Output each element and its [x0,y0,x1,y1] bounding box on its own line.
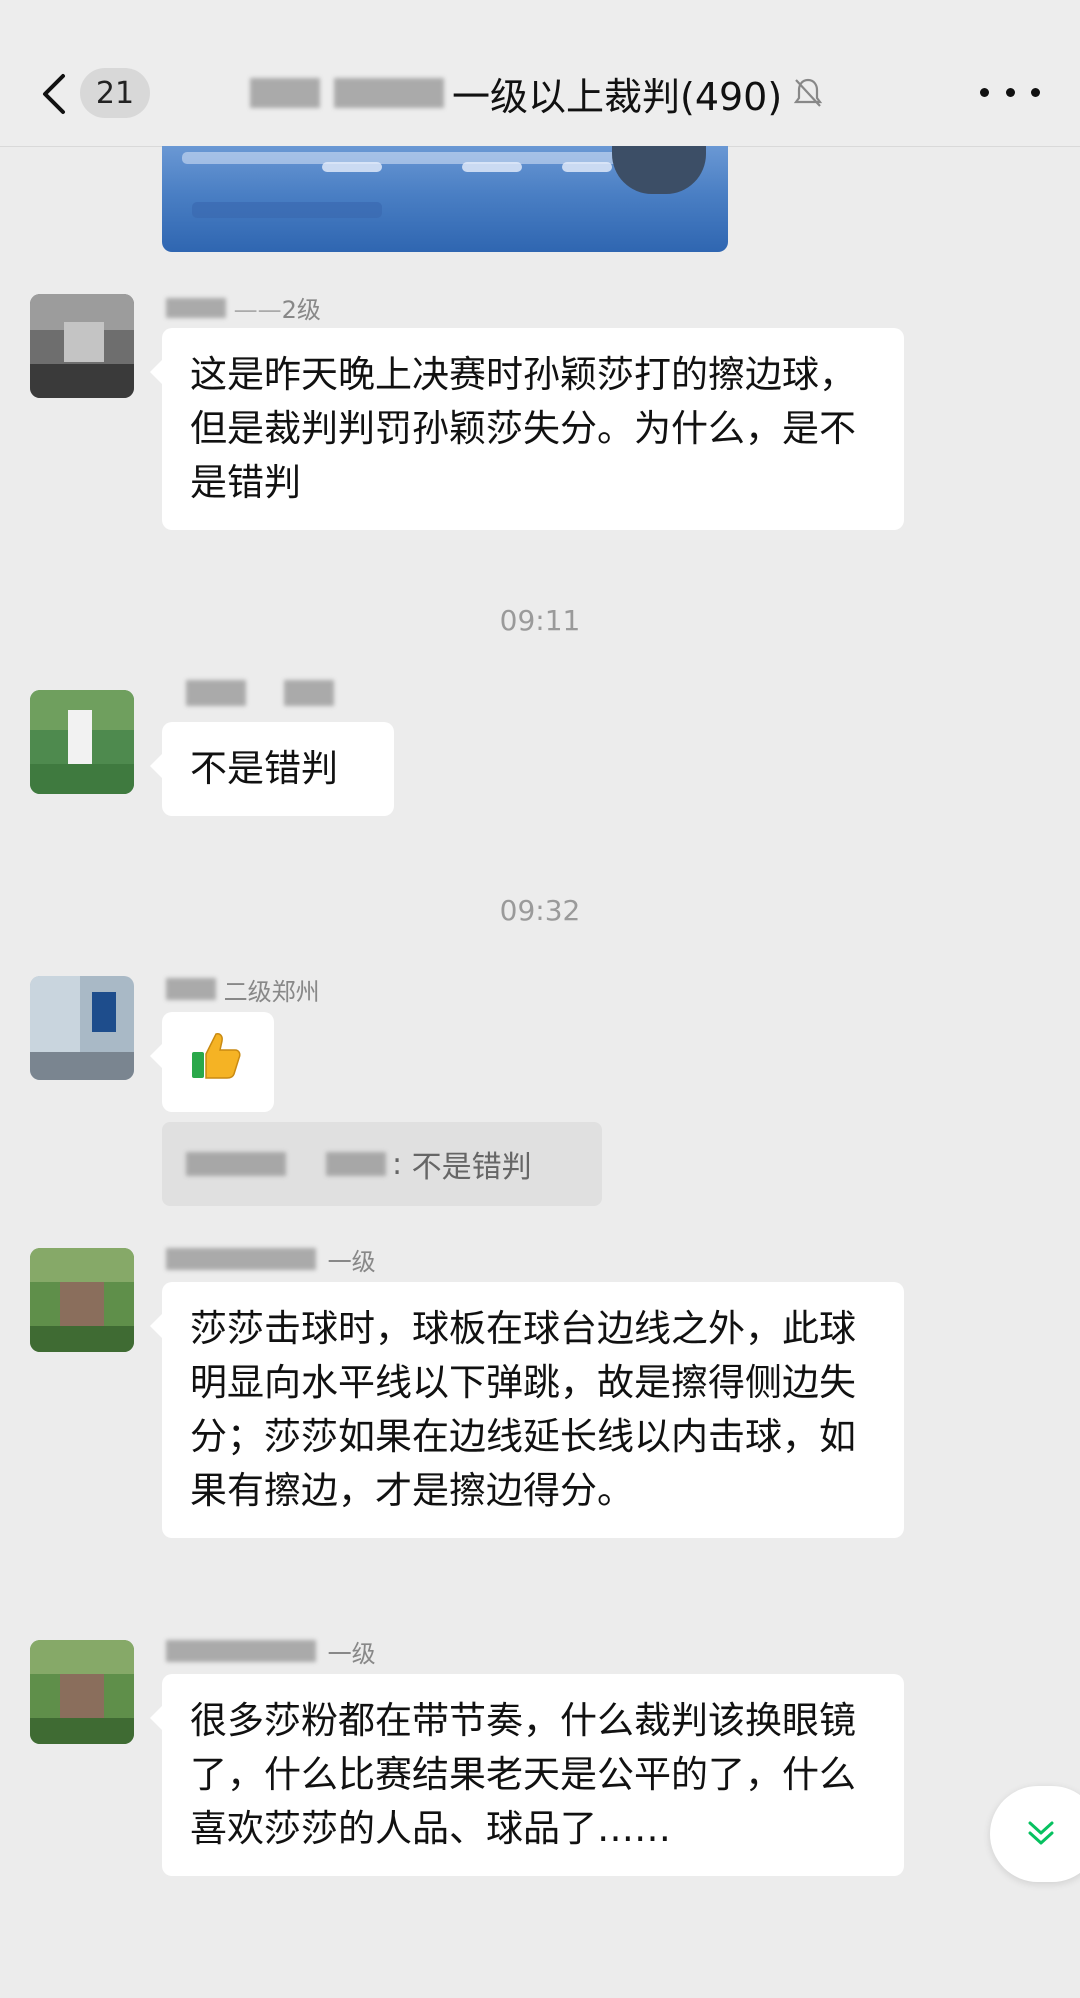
sender-name [186,680,334,712]
message-text: 莎莎击球时，球板在球台边线之外，此球明显向水平线以下弹跳，故是擦得侧边失分；莎莎… [190,1307,856,1512]
quoted-message[interactable]: : 不是错判 [162,1122,602,1206]
message-bubble[interactable]: 很多莎粉都在带节奏，什么裁判该换眼镜了，什么比赛结果老天是公平的了，什么喜欢莎莎… [150,1674,904,1876]
avatar[interactable] [30,1248,134,1352]
unread-badge[interactable]: 21 [80,68,150,118]
avatar[interactable] [30,1640,134,1744]
double-chevron-down-icon [1028,1821,1054,1845]
message-text: 很多莎粉都在带节奏，什么裁判该换眼镜了，什么比赛结果老天是公平的了，什么喜欢莎莎… [190,1699,856,1850]
avatar[interactable] [30,976,134,1080]
avatar[interactable] [30,294,134,398]
avatar[interactable] [30,690,134,794]
message-text: 不是错判 [190,747,338,790]
sender-name: 一级 [166,1634,376,1669]
sender-name: 一级 [166,1242,376,1277]
timestamp: 09:32 [499,894,581,927]
chat-title: 一级以上裁判(490) [250,68,824,119]
message-bubble[interactable]: 不是错判 [150,722,394,816]
scroll-to-bottom-button[interactable] [990,1786,1080,1882]
quoted-text: 不是错判 [411,1150,532,1185]
redacted-name [334,78,444,108]
timestamp: 09:11 [499,604,581,637]
message-bubble[interactable]: 莎莎击球时，球板在球台边线之外，此球明显向水平线以下弹跳，故是擦得侧边失分；莎莎… [150,1282,904,1538]
chat-header: 21 一级以上裁判(490) [0,0,1080,147]
back-button[interactable] [34,66,74,122]
thumbs-up-icon [192,1033,241,1079]
message-text: 这是昨天晚上决赛时孙颖莎打的擦边球，但是裁判判罚孙颖莎失分。为什么，是不是错判 [190,353,856,504]
chevron-left-icon [43,74,65,114]
sender-name: ——2级 [166,290,321,325]
chat-title-text: 一级以上裁判(490) [452,74,783,119]
message-bubble[interactable] [150,1012,274,1112]
more-dots-icon [980,87,989,97]
bell-muted-icon [793,78,823,107]
more-button[interactable] [980,72,1040,112]
image-message[interactable] [162,146,728,252]
sender-name: 二级郑州 [166,972,320,1007]
message-bubble[interactable]: 这是昨天晚上决赛时孙颖莎打的擦边球，但是裁判判罚孙颖莎失分。为什么，是不是错判 [150,328,904,530]
redacted-name [250,78,320,108]
